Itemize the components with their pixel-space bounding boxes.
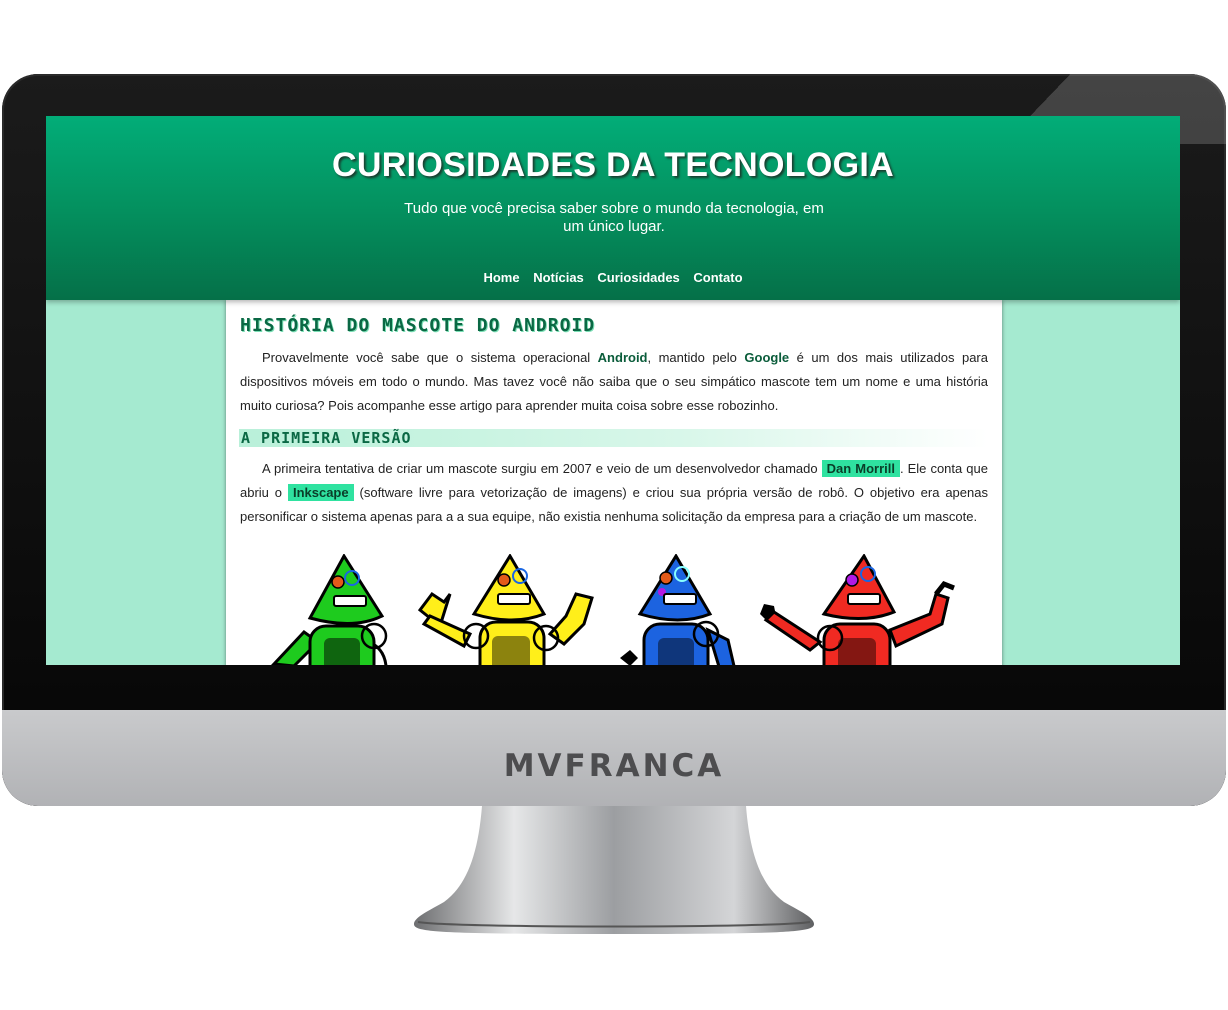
nav-contato[interactable]: Contato [693,270,742,285]
robots-illustration [271,554,955,665]
paragraph-intro: Provavelmente você sabe que o sistema op… [240,346,988,418]
nav-curiosidades[interactable]: Curiosidades [597,270,679,285]
paragraph-first-version: A primeira tentativa de criar um mascote… [240,457,988,529]
site-header: CURIOSIDADES DA TECNOLOGIA Tudo que você… [46,116,1180,300]
monitor-brand: MVFRANCA [503,748,725,784]
article-title: HISTÓRIA DO MASCOTE DO ANDROID [240,315,596,336]
screen: CURIOSIDADES DA TECNOLOGIA Tudo que você… [46,116,1180,665]
article-content: HISTÓRIA DO MASCOTE DO ANDROID Provavelm… [226,300,1002,665]
google-emphasis: Google [744,350,790,365]
highlight-inkscape: Inkscape [287,484,354,501]
robot-red [760,554,955,665]
main-nav: Home Notícias Curiosidades Contato [46,270,1180,285]
site-subtitle: Tudo que você precisa saber sobre o mund… [404,200,824,235]
section-title: A PRIMEIRA VERSÃO [239,429,988,447]
monitor-chin: MVFRANCA [2,710,1226,806]
robot-blue [620,554,736,665]
paragraph-text: Provavelmente você sabe que o sistema op… [262,350,598,365]
highlight-dan-morrill: Dan Morrill [821,460,900,477]
android-emphasis: Android [597,350,648,365]
nav-home[interactable]: Home [483,270,519,285]
paragraph-text: A primeira tentativa de criar um mascote… [262,461,822,476]
robot-green [271,554,388,665]
monitor-stand [414,806,814,934]
robot-yellow [417,554,594,665]
paragraph-text: , mantido pelo [647,350,745,365]
nav-noticias[interactable]: Notícias [533,270,584,285]
site-title: CURIOSIDADES DA TECNOLOGIA [332,146,894,184]
